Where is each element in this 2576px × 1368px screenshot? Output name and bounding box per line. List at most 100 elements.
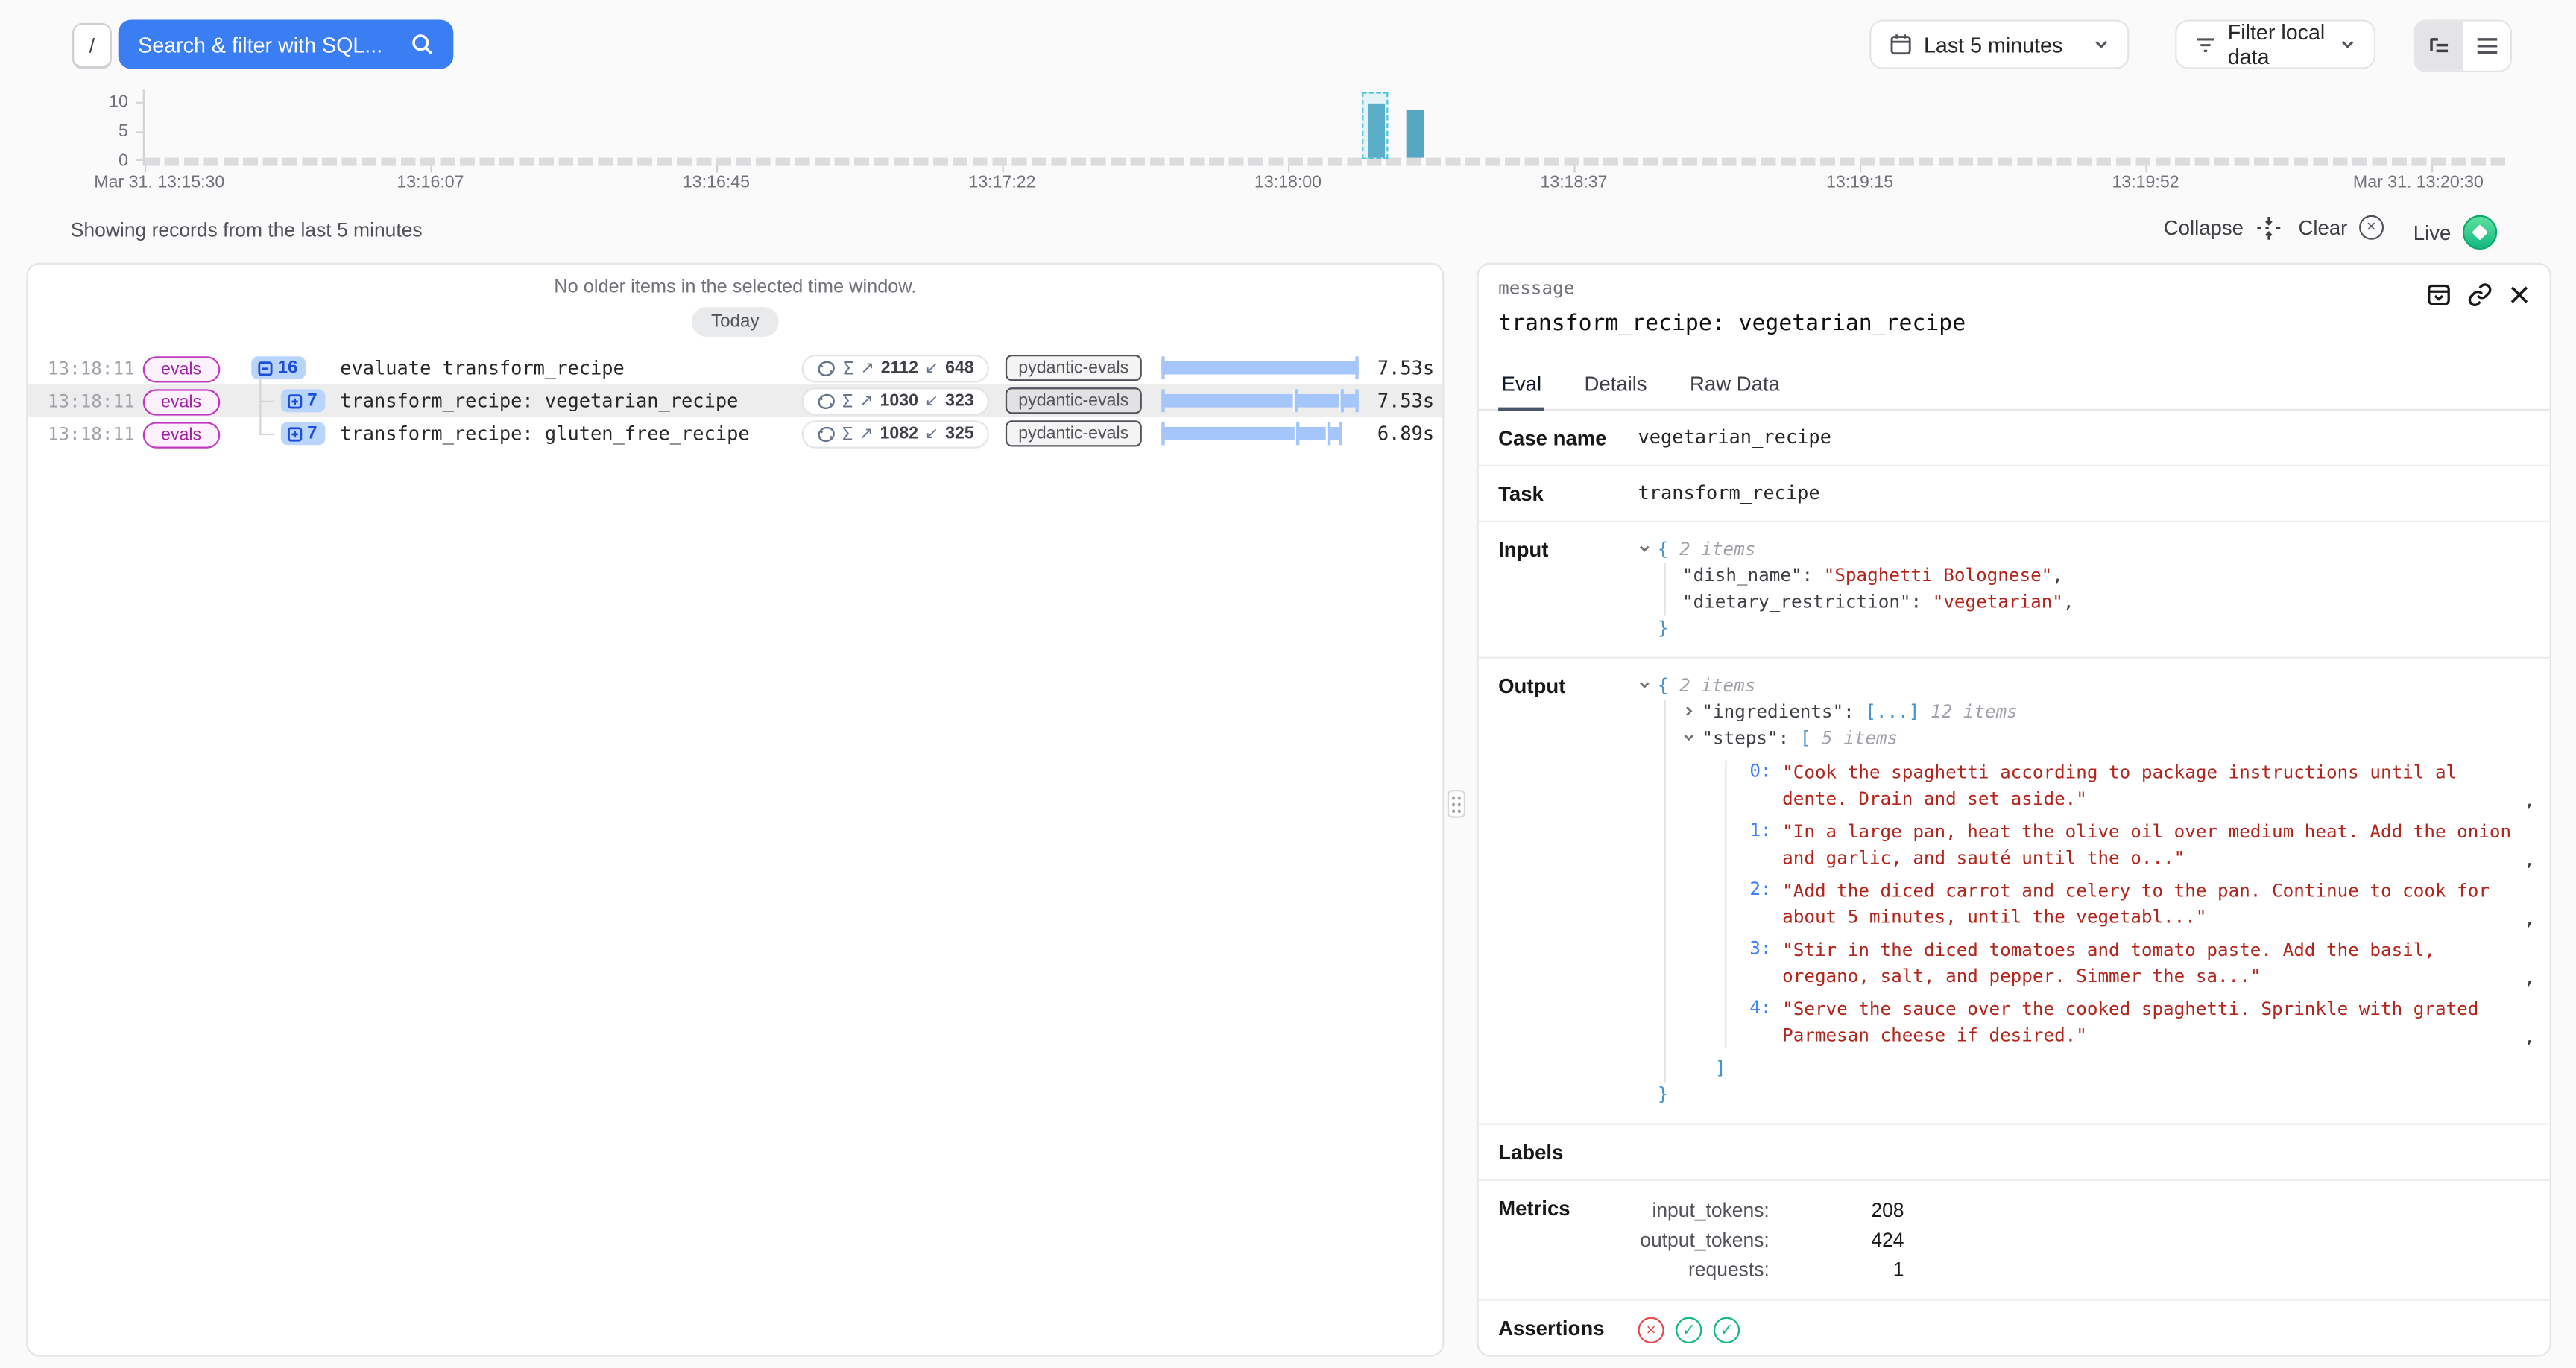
input-tokens-arrow-icon: ↗: [859, 425, 873, 443]
step-item: 0: "Cook the spaghetti according to pack…: [1749, 760, 2535, 811]
chevron-right-icon[interactable]: [1682, 700, 1702, 726]
coin-icon: [817, 359, 836, 377]
x-axis-tick: [2431, 166, 2433, 173]
expand-children-badge[interactable]: 7: [281, 422, 326, 445]
x-axis-tick: [2146, 166, 2147, 173]
trace-rows: 13:18:11 evals 16 evaluate transform_rec…: [28, 352, 1442, 450]
chevron-down-icon[interactable]: [1638, 674, 1657, 700]
clear-label: Clear: [2299, 216, 2348, 239]
trace-row-gluten-free-recipe[interactable]: 13:18:11 evals 7 transform_recipe: glute…: [28, 417, 1442, 450]
coin-icon: [815, 392, 835, 410]
input-tokens-arrow-icon: ↗: [859, 392, 873, 410]
clear-icon: ×: [2359, 215, 2384, 240]
histogram-bar-2[interactable]: [1407, 110, 1424, 158]
field-label: Assertions: [1498, 1315, 1638, 1343]
duration-value: 6.89s: [1359, 422, 1434, 445]
chevron-down-icon[interactable]: [1682, 726, 1702, 752]
view-mode-toggle: [2414, 19, 2512, 72]
filter-label: Filter local data: [2228, 19, 2328, 69]
trace-row-vegetarian-recipe[interactable]: 13:18:11 evals 7 transform_recipe: veget…: [28, 384, 1442, 417]
live-label: Live: [2414, 221, 2452, 244]
assertion-results: × ✓ ✓: [1638, 1315, 2534, 1343]
scope-badge[interactable]: evals: [143, 356, 220, 382]
scope-badge[interactable]: evals: [143, 422, 220, 448]
instrumentation-tag[interactable]: pydantic-evals: [1006, 420, 1142, 446]
x-tick-label: 13:18:37: [1540, 172, 1607, 191]
coin-icon: [815, 425, 835, 443]
histogram-selection[interactable]: [1362, 92, 1388, 159]
scope-badge[interactable]: evals: [143, 389, 220, 415]
y-axis-tick: [136, 159, 143, 161]
input-tokens-arrow-icon: ↗: [860, 359, 874, 377]
input-tokens-value: 1082: [880, 424, 918, 443]
trace-row-evaluate-transform-recipe[interactable]: 13:18:11 evals 16 evaluate transform_rec…: [28, 352, 1442, 384]
collapse-label: Collapse: [2164, 217, 2244, 240]
x-axis-tick: [716, 166, 718, 173]
tab-details[interactable]: Details: [1581, 363, 1650, 409]
span-name: transform_recipe: vegetarian_recipe: [340, 389, 788, 412]
y-axis-tick: [136, 131, 143, 133]
tree-view-button[interactable]: [2415, 22, 2463, 71]
collapse-button[interactable]: Collapse: [2164, 215, 2282, 241]
expand-children-badge[interactable]: 7: [281, 389, 326, 412]
x-tick-label: Mar 31. 13:15:30: [94, 172, 224, 191]
clear-button[interactable]: Clear ×: [2299, 215, 2384, 240]
x-tick-label: 13:17:22: [968, 172, 1035, 191]
logfire-app: / Search & filter with SQL... Last 5 min…: [0, 0, 2576, 1368]
output-tokens-value: 323: [945, 391, 974, 411]
filter-local-data-dropdown[interactable]: Filter local data: [2175, 19, 2375, 69]
metric-row: input_tokens:208: [1638, 1196, 2534, 1226]
field-label: Input: [1498, 537, 1638, 642]
row-timestamp: 13:18:11: [48, 390, 143, 411]
collapse-children-badge[interactable]: 16: [251, 356, 306, 379]
filter-icon: [2195, 34, 2217, 55]
time-range-label: Last 5 minutes: [1924, 32, 2062, 57]
tree-connector: [259, 401, 274, 402]
today-divider-pill[interactable]: Today: [692, 307, 780, 337]
y-tick-5: 5: [79, 121, 128, 141]
records-timeline-chart: 10 5 0 Mar 31. 13:15:30 13:16:07 13:16:4…: [0, 86, 2576, 200]
close-icon[interactable]: [2509, 284, 2531, 305]
token-counts: Σ ↗ 1082 ↙ 325: [801, 419, 989, 447]
output-tokens-value: 325: [945, 424, 974, 443]
instrumentation-tag[interactable]: pydantic-evals: [1006, 387, 1142, 414]
panel-resize-handle[interactable]: [1448, 790, 1465, 817]
field-label: Output: [1498, 674, 1638, 1109]
tree-connector: [259, 379, 261, 434]
x-axis-tick: [145, 166, 146, 173]
duration-bar: [1161, 422, 1358, 445]
field-label: Task: [1498, 481, 1638, 506]
chevron-down-icon: [2093, 36, 2109, 52]
step-item: 4: "Serve the sauce over the cooked spag…: [1749, 997, 2535, 1048]
detail-tabs: Eval Details Raw Data: [1479, 363, 2550, 411]
input-tokens-value: 1030: [880, 391, 918, 411]
minus-square-icon: [258, 361, 273, 376]
live-indicator-icon: [2463, 215, 2497, 250]
duration-bar: [1161, 356, 1358, 379]
field-label: Labels: [1498, 1140, 1638, 1165]
tab-raw-data[interactable]: Raw Data: [1687, 363, 1784, 409]
assertion-fail-icon: ×: [1638, 1317, 1664, 1343]
plus-square-icon: [288, 426, 303, 441]
copy-link-icon[interactable]: [2468, 282, 2493, 307]
case-name-value: vegetarian_recipe: [1638, 425, 2534, 450]
duration-bar: [1161, 389, 1358, 412]
chevron-down-icon[interactable]: [1638, 537, 1657, 563]
search-input[interactable]: Search & filter with SQL...: [119, 19, 454, 69]
row-timestamp: 13:18:11: [48, 357, 143, 379]
task-value: transform_recipe: [1638, 481, 2534, 506]
output-json-viewer: { 2 items "ingredients": [...] 12 items …: [1638, 674, 2534, 1109]
collapsed-array[interactable]: [...]: [1865, 701, 1919, 723]
span-detail-panel: message transform_recipe: vegetarian_rec…: [1477, 263, 2551, 1357]
x-tick-label: 13:16:07: [397, 172, 464, 191]
dock-panel-icon[interactable]: [2426, 282, 2451, 307]
live-button[interactable]: Live: [2414, 215, 2497, 250]
chevron-down-icon: [2340, 36, 2356, 52]
output-tokens-arrow-icon: ↙: [925, 425, 938, 443]
instrumentation-tag[interactable]: pydantic-evals: [1006, 355, 1142, 381]
tab-eval[interactable]: Eval: [1498, 363, 1544, 411]
time-range-dropdown[interactable]: Last 5 minutes: [1869, 19, 2129, 69]
input-json-viewer: { 2 items "dish_name": "Spaghetti Bologn…: [1638, 537, 2534, 642]
list-view-button[interactable]: [2463, 22, 2510, 71]
assertion-pass-icon: ✓: [1676, 1317, 1702, 1343]
